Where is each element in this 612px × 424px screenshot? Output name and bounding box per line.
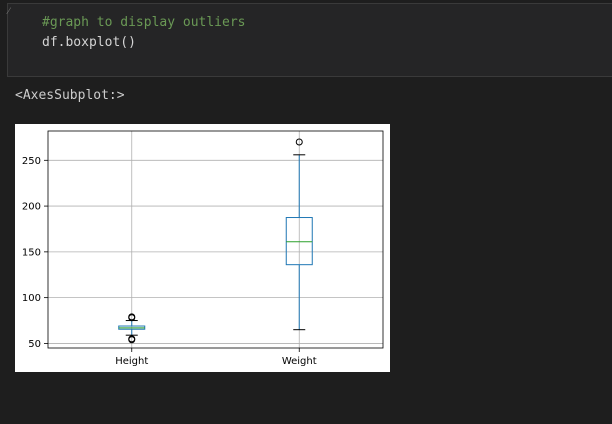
x-tick-label: Height [115, 356, 148, 367]
y-tick-label: 250 [22, 156, 41, 167]
code-statement-line[interactable]: df.boxplot() [42, 35, 136, 51]
y-tick-label: 150 [22, 247, 41, 258]
cell-marker: ⁄ [8, 7, 10, 17]
y-tick-label: 100 [22, 293, 41, 304]
output-text: <AxesSubplot:> [15, 88, 125, 103]
boxplot-figure: 50 100 150 200 250 Height Weight [15, 124, 390, 372]
boxplot-svg: 50 100 150 200 250 Height Weight [22, 130, 384, 367]
x-tick-label: Weight [282, 356, 317, 367]
y-tick-label: 200 [22, 202, 41, 213]
code-comment-line[interactable]: #graph to display outliers [42, 15, 246, 31]
code-cell[interactable]: ⁄ #graph to display outliers df.boxplot(… [7, 3, 612, 77]
notebook-view: ⁄ #graph to display outliers df.boxplot(… [0, 0, 612, 424]
y-tick-label: 50 [28, 339, 41, 350]
axes-frame [47, 130, 384, 349]
